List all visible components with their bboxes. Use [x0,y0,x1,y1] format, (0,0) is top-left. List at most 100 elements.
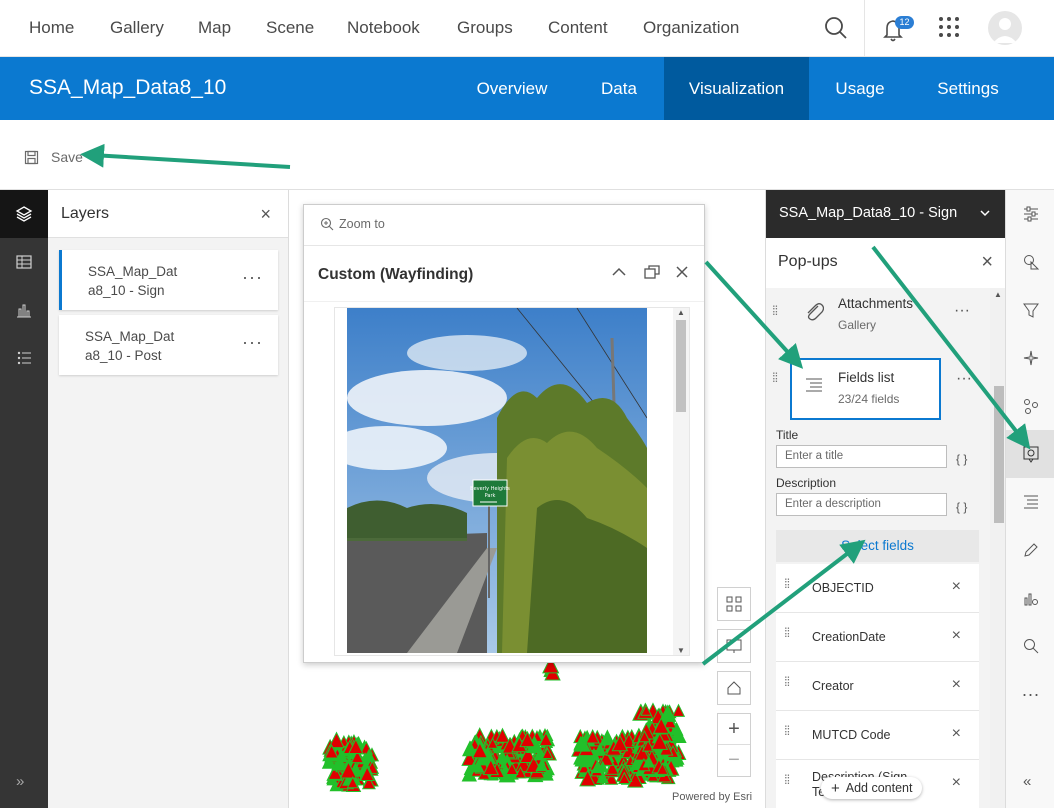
clustering-tool-button[interactable] [1006,382,1054,430]
feature-popup: Zoom to Custom (Wayfinding) Beverly Heig… [303,204,705,663]
popup-scrollbar[interactable]: ▲ ▼ [673,308,689,655]
close-icon[interactable] [672,262,692,282]
popup-config-icon [1023,446,1038,463]
properties-tool-button[interactable] [1006,190,1054,238]
zoom-in-icon[interactable]: + [718,714,750,745]
panel-scrollbar[interactable]: ▲ [990,288,1005,808]
title-input[interactable]: Enter a title [776,445,947,468]
search-icon[interactable] [822,14,850,42]
scroll-down-icon[interactable]: ▼ [677,646,685,655]
search-icon [1023,639,1038,654]
charts-tool-button[interactable] [0,286,48,334]
nav-map[interactable]: Map [198,18,231,38]
dock-icon[interactable] [642,262,662,282]
drag-handle-icon[interactable]: ⁞⁞ [784,577,794,590]
remove-field-icon[interactable]: × [952,578,961,596]
title-label: Title [776,428,799,442]
more-tools-button[interactable]: ··· [1006,670,1054,718]
layers-panel-header: Layers × [48,190,288,238]
tab-visualization[interactable]: Visualization [664,57,809,120]
scroll-up-icon[interactable]: ▲ [994,290,1002,299]
field-item[interactable]: ⁞⁞ OBJECTID × [776,564,979,613]
legend-tool-button[interactable] [0,334,48,382]
fields-list-card[interactable]: Fields list 23/24 fields [790,358,941,420]
popup-title: Custom (Wayfinding) [318,266,474,283]
expression-braces-icon[interactable]: { } [956,500,967,514]
nav-notebook[interactable]: Notebook [347,18,420,38]
qr-icon [726,596,742,612]
more-options-icon[interactable]: ··· [242,332,263,353]
zoom-to-button[interactable]: Zoom to [320,217,385,231]
nav-home[interactable]: Home [29,18,74,38]
drag-handle-icon[interactable]: ⁞⁞ [784,626,794,639]
styles-tool-button[interactable] [1006,238,1054,286]
popups-tool-button[interactable] [1006,430,1054,478]
collapse-chevron-up-icon[interactable] [609,262,629,282]
map-feature-symbol[interactable] [671,703,686,717]
nav-organization[interactable]: Organization [643,18,739,38]
user-avatar[interactable] [988,11,1022,45]
list-icon [17,351,31,365]
remove-field-icon[interactable]: × [952,725,961,743]
more-options-icon[interactable]: ··· [954,302,970,320]
scrollbar-thumb[interactable] [676,320,686,412]
layer-item-sign[interactable]: SSA_Map_Dat a8_10 - Sign ··· [59,250,278,310]
fields-tool-button[interactable] [1006,478,1054,526]
drag-handle-icon[interactable]: ⁞⁞ [784,773,794,786]
map-qr-button[interactable] [717,587,751,621]
more-options-icon[interactable]: ··· [242,267,263,288]
chevron-down-icon [980,210,990,217]
save-toolbar: Save [0,120,1054,190]
nav-gallery[interactable]: Gallery [110,18,164,38]
save-button[interactable]: Save [24,149,83,165]
nav-groups[interactable]: Groups [457,18,513,38]
app-launcher-icon[interactable] [937,15,961,39]
remove-field-icon[interactable]: × [952,676,961,694]
layer-item-post[interactable]: SSA_Map_Dat a8_10 - Post ··· [59,315,278,375]
field-name: CreationDate [812,630,886,644]
tab-data[interactable]: Data [578,57,660,120]
description-input[interactable]: Enter a description [776,493,947,516]
map-screenshot-button[interactable] [717,629,751,663]
zoom-out-icon[interactable]: − [718,745,750,776]
effects-tool-button[interactable] [1006,334,1054,382]
esri-attribution: Powered by Esri [672,791,753,803]
more-options-icon[interactable]: ··· [956,370,972,388]
expression-braces-icon[interactable]: { } [956,452,967,466]
layers-tool-button[interactable] [0,190,48,238]
nav-scene[interactable]: Scene [266,18,314,38]
field-item[interactable]: ⁞⁞ Creator × [776,662,979,711]
tab-usage[interactable]: Usage [815,57,905,120]
add-content-label: Add content [845,781,913,795]
remove-field-icon[interactable]: × [952,627,961,645]
collapse-chevron-icon[interactable]: « [1023,773,1031,790]
scroll-up-icon[interactable]: ▲ [677,308,685,317]
table-tool-button[interactable] [0,238,48,286]
attachment-photo[interactable]: Beverly Heights Park [347,308,647,653]
drag-handle-icon[interactable]: ⁞⁞ [784,675,794,688]
scrollbar-thumb[interactable] [994,386,1004,523]
map-home-button[interactable] [717,671,751,705]
close-icon[interactable]: × [260,204,271,225]
tab-overview[interactable]: Overview [456,57,568,120]
sketch-tool-button[interactable] [1006,526,1054,574]
field-item[interactable]: ⁞⁞ MUTCD Code × [776,711,979,760]
field-item[interactable]: ⁞⁞ CreationDate × [776,613,979,662]
layer-selector[interactable]: SSA_Map_Data8_10 - Sign [766,190,1005,238]
nav-content[interactable]: Content [548,18,608,38]
remove-field-icon[interactable]: × [952,774,961,792]
drag-handle-icon[interactable]: ⁞⁞ [772,304,782,317]
expand-chevron-icon[interactable]: » [16,773,24,790]
filter-tool-button[interactable] [1006,286,1054,334]
close-icon[interactable]: × [981,251,993,274]
drag-handle-icon[interactable]: ⁞⁞ [784,724,794,737]
add-content-button[interactable]: + Add content [821,777,923,799]
popup-zoom-row: Zoom to [304,205,704,246]
more-options-icon: ··· [1021,683,1040,704]
drag-handle-icon[interactable]: ⁞⁞ [772,371,782,384]
chart-config-tool-button[interactable] [1006,574,1054,622]
search-tool-button[interactable] [1006,622,1054,670]
select-fields-button[interactable]: Select fields [776,530,979,562]
tab-settings[interactable]: Settings [921,57,1015,120]
table-icon [16,255,32,269]
